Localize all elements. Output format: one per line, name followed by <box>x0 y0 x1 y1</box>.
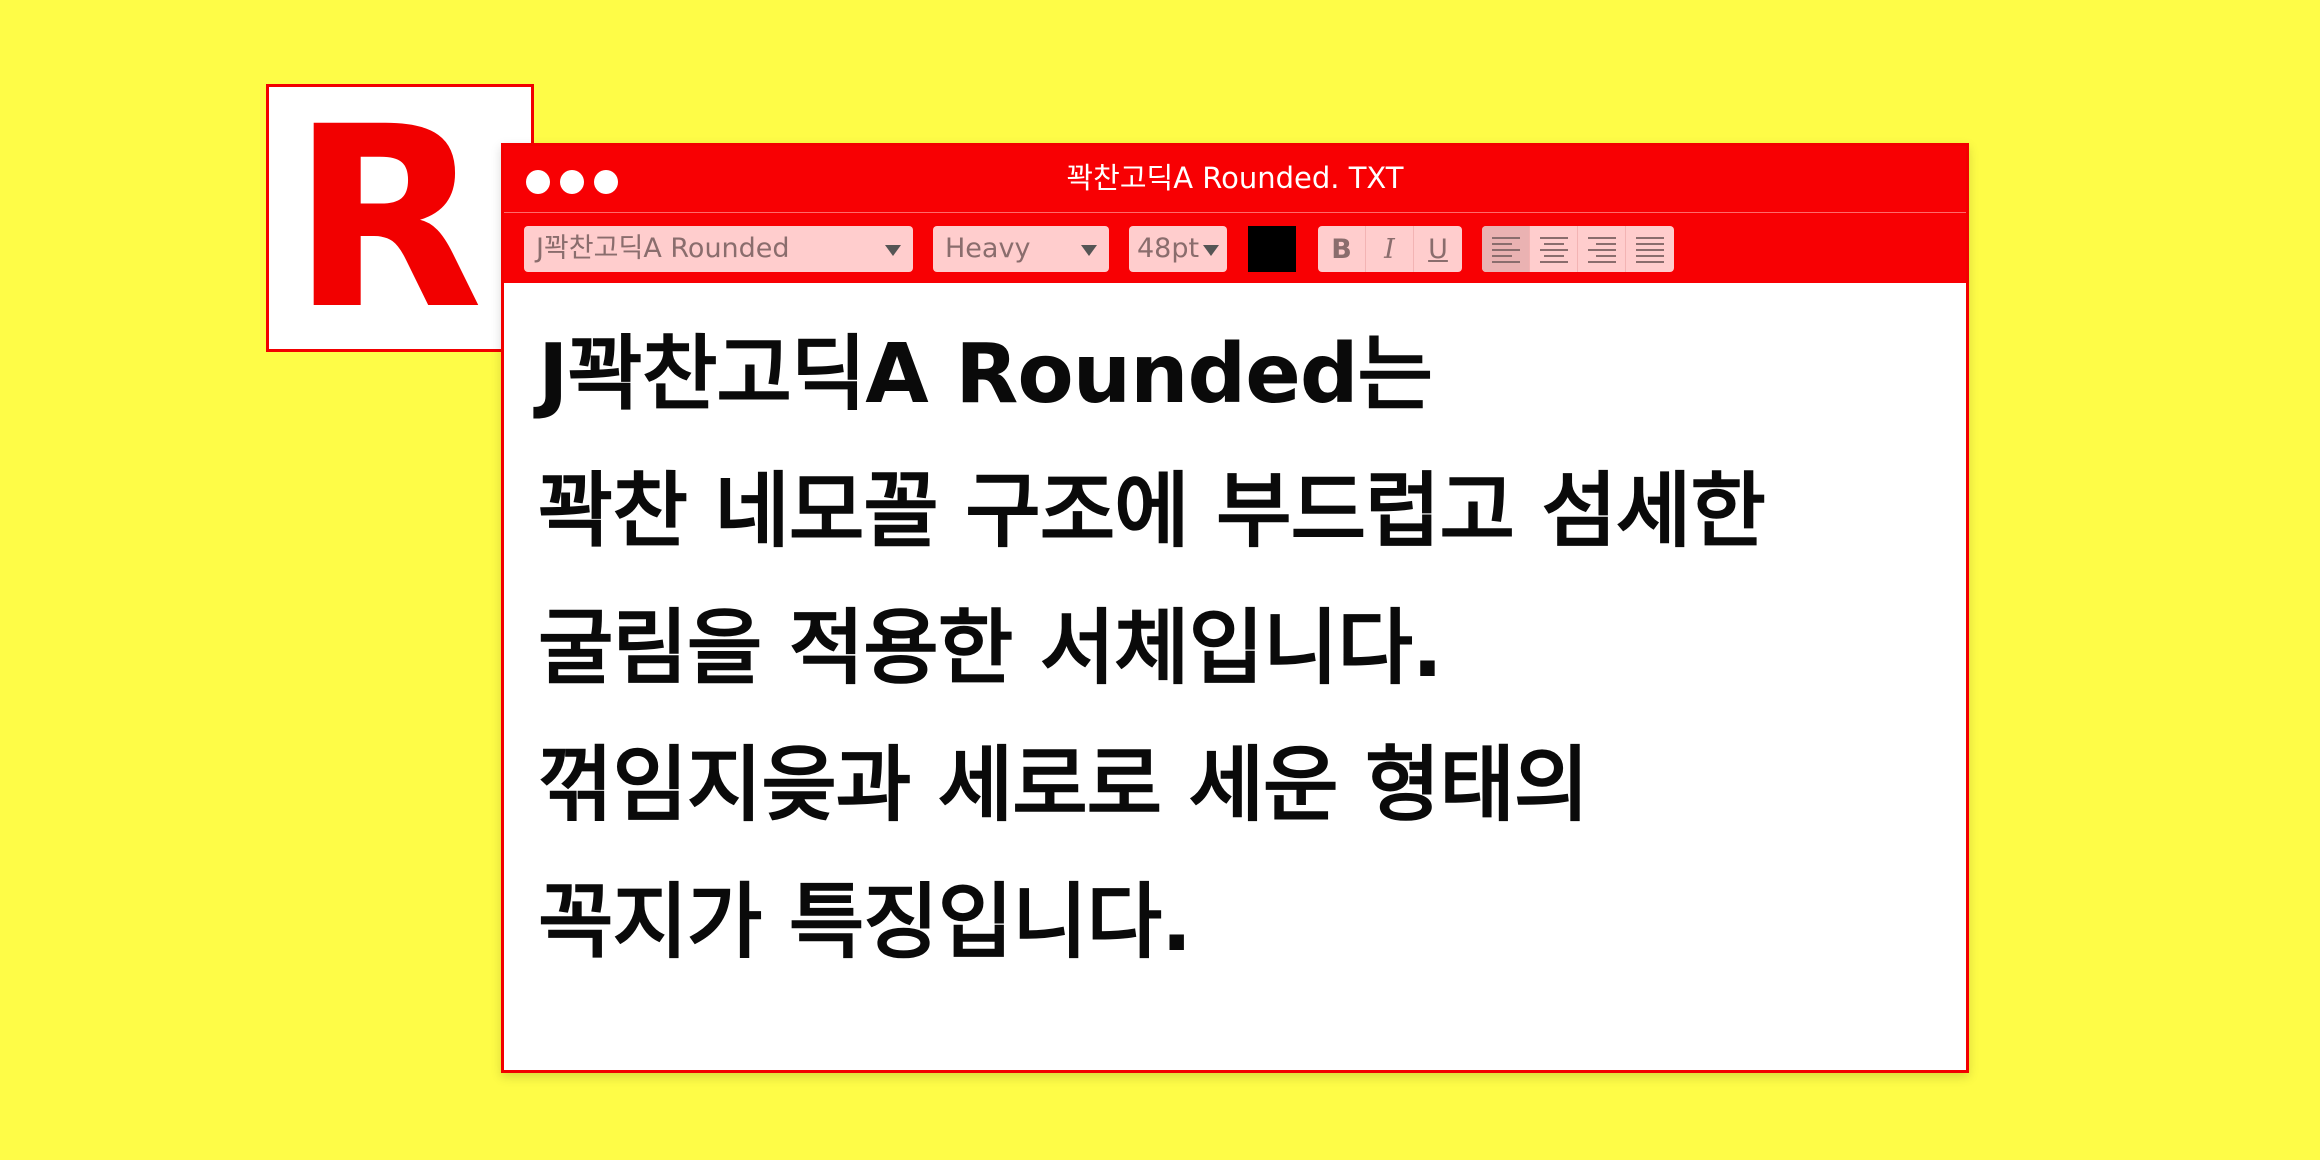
font-size-select[interactable]: 48pt <box>1129 226 1227 272</box>
font-family-value: J꽉찬고딕A Rounded <box>536 233 790 264</box>
document-body[interactable]: J꽉찬고딕A Rounded는 꽉찬 네모꼴 구조에 부드럽고 섬세한 굴림을 … <box>538 306 1946 991</box>
align-right-button[interactable] <box>1578 226 1626 272</box>
chevron-down-icon <box>885 245 901 256</box>
title-bar[interactable]: 꽉찬고딕A Rounded. TXT <box>504 146 1966 212</box>
toolbar: J꽉찬고딕A Rounded Heavy 48pt B I U <box>504 212 1966 283</box>
align-center-button[interactable] <box>1530 226 1578 272</box>
align-left-button[interactable] <box>1482 226 1530 272</box>
chevron-down-icon <box>1081 245 1097 256</box>
font-weight-select[interactable]: Heavy <box>933 226 1109 272</box>
font-size-value: 48pt <box>1137 233 1200 264</box>
text-line: 꺾임지읒과 세로로 세운 형태의 <box>538 738 1589 833</box>
logo-letter: R <box>290 73 484 364</box>
font-weight-value: Heavy <box>945 233 1031 264</box>
editor-window: 꽉찬고딕A Rounded. TXT J꽉찬고딕A Rounded Heavy … <box>501 143 1969 1073</box>
align-justify-button[interactable] <box>1626 226 1674 272</box>
format-button-group: B I U <box>1318 226 1462 272</box>
window-title: 꽉찬고딕A Rounded. TXT <box>1066 161 1404 195</box>
font-family-select[interactable]: J꽉찬고딕A Rounded <box>524 226 913 272</box>
bold-button[interactable]: B <box>1318 226 1366 272</box>
italic-button[interactable]: I <box>1366 226 1414 272</box>
text-line: J꽉찬고딕A Rounded는 <box>538 327 1433 422</box>
alignment-button-group <box>1482 226 1674 272</box>
text-line: 꼭지가 특징입니다. <box>538 875 1192 970</box>
text-line: 꽉찬 네모꼴 구조에 부드럽고 섬세한 <box>538 464 1766 559</box>
stage: R 꽉찬고딕A Rounded. TXT J꽉찬고딕A Rounded Heav… <box>0 0 2320 1160</box>
logo-badge: R <box>266 84 534 352</box>
text-line: 굴림을 적용한 서체입니다. <box>538 601 1443 696</box>
underline-button[interactable]: U <box>1414 226 1462 272</box>
text-color-swatch[interactable] <box>1246 224 1298 274</box>
chevron-down-icon <box>1203 245 1219 256</box>
